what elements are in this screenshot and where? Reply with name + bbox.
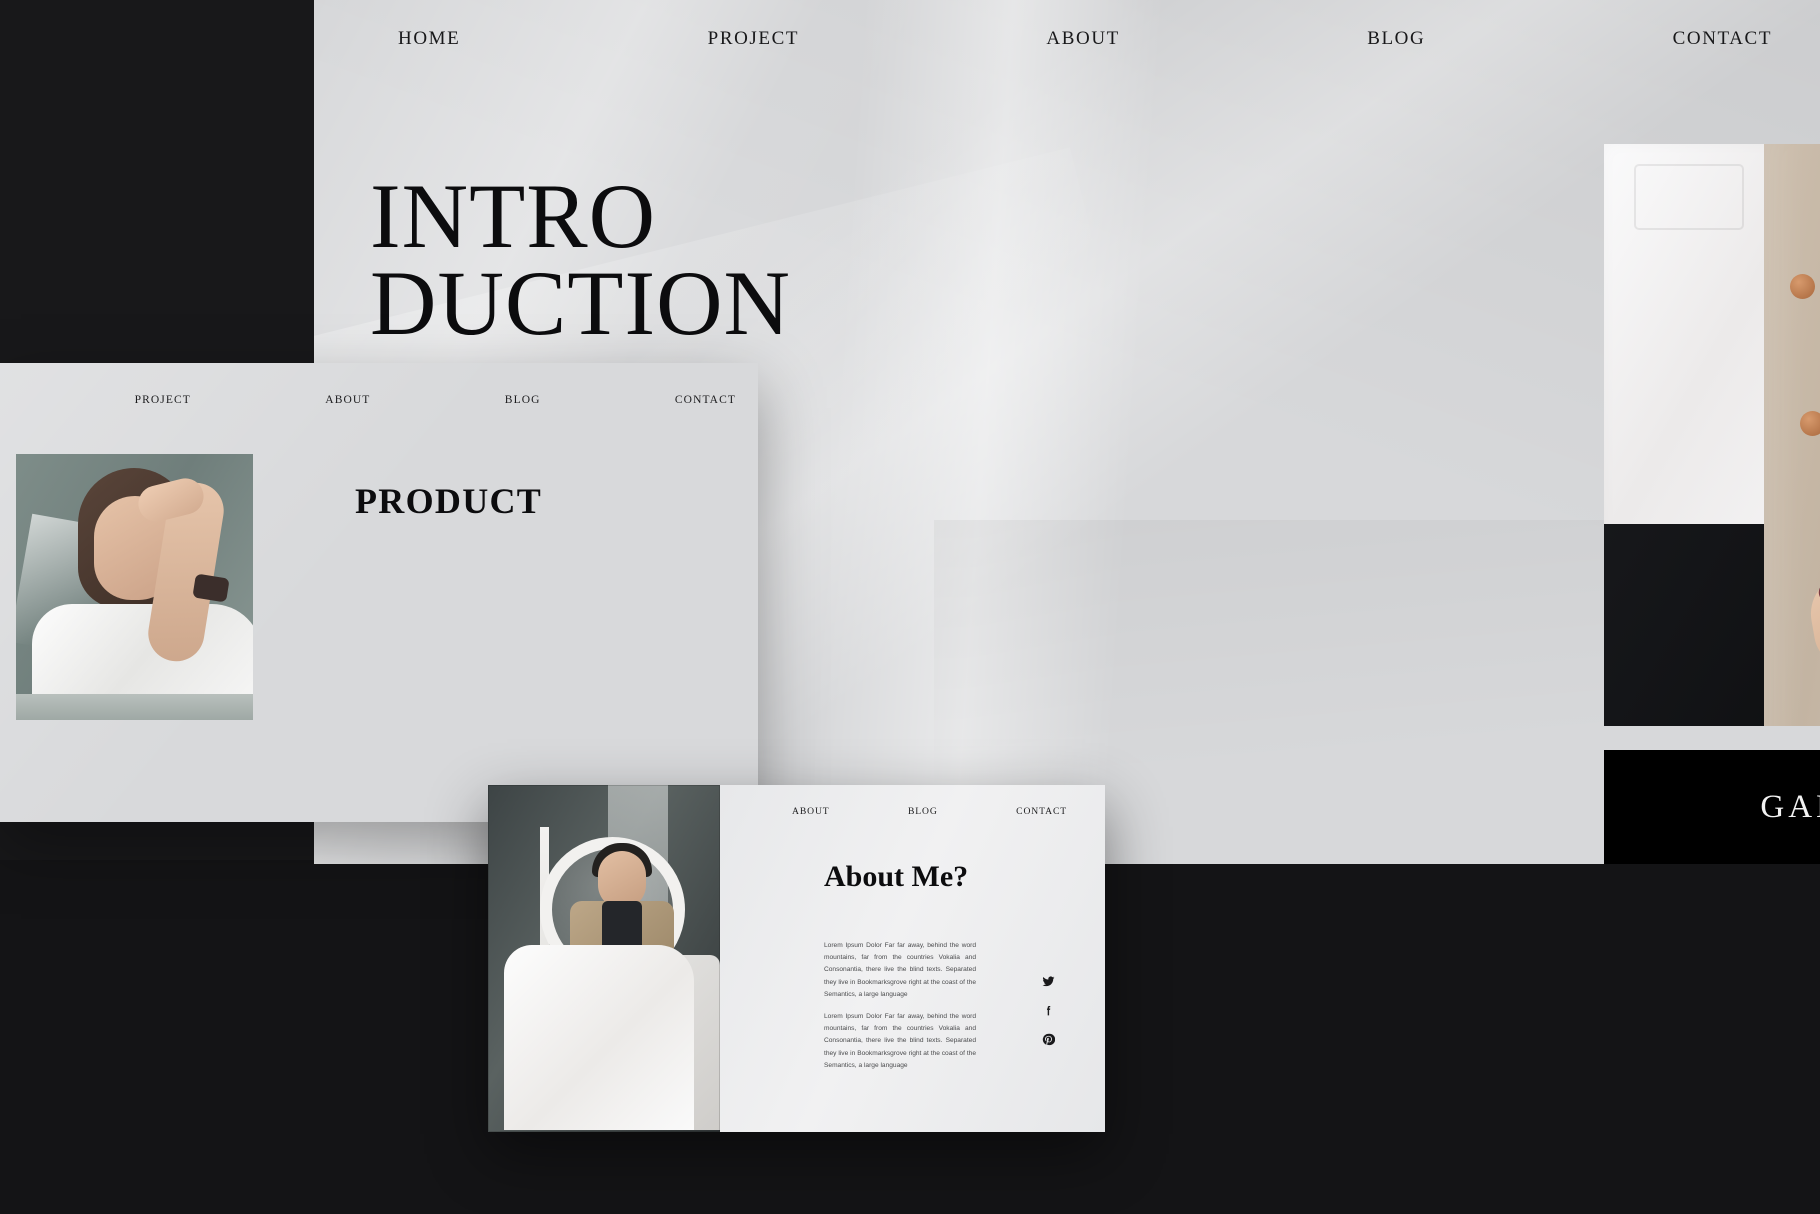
about-nav-item-about[interactable]: ABOUT (792, 806, 830, 817)
product-nav-item-blog[interactable]: BLOG (505, 394, 541, 406)
product-portrait-photo (16, 454, 253, 720)
nav-spacer (799, 28, 1046, 50)
nav-item-home[interactable]: HOME (398, 28, 460, 50)
pinterest-icon[interactable] (1042, 1033, 1055, 1046)
about-nav-item-blog[interactable]: BLOG (908, 806, 938, 817)
about-social-links (1042, 975, 1055, 1046)
product-navbar: HOME PROJECT ABOUT BLOG CONTACT (0, 363, 758, 406)
about-content-panel: ABOUT BLOG CONTACT About Me? Lorem Ipsum… (720, 785, 1105, 1132)
about-photo (488, 785, 720, 1132)
about-photo-white-tee (504, 945, 694, 1130)
nav-spacer (370, 394, 504, 406)
intro-page-title: INTRO DUCTION (370, 165, 791, 355)
about-page-mockup: ABOUT BLOG CONTACT About Me? Lorem Ipsum… (488, 785, 1105, 1132)
portrait-desk (16, 694, 253, 720)
about-paragraph-2: Lorem Ipsum Dolor Far far away, behind t… (824, 1012, 976, 1069)
about-body-text: Lorem Ipsum Dolor Far far away, behind t… (824, 940, 976, 1072)
nav-item-about[interactable]: ABOUT (1046, 28, 1119, 50)
twitter-icon[interactable] (1042, 975, 1055, 988)
hero-light-beam (795, 0, 1173, 864)
photo-shirt-pocket (1634, 164, 1744, 230)
about-paragraph-1: Lorem Ipsum Dolor Far far away, behind t… (824, 942, 976, 998)
product-nav-item-project[interactable]: PROJECT (135, 394, 191, 406)
nav-item-contact[interactable]: CONTACT (1673, 28, 1772, 50)
nav-spacer (830, 806, 908, 817)
about-navbar: ABOUT BLOG CONTACT (720, 806, 1105, 817)
photo-coat-button (1790, 274, 1815, 299)
nav-spacer (191, 394, 325, 406)
nav-spacer (541, 394, 675, 406)
presentation-stage: HOME PROJECT ABOUT BLOG CONTACT INTRO DU… (0, 0, 1820, 1214)
about-page-title: About Me? (824, 860, 969, 893)
product-nav-item-contact[interactable]: CONTACT (675, 394, 736, 406)
nav-spacer (460, 28, 707, 50)
hero-fashion-photo (1604, 144, 1820, 726)
nav-spacer (0, 394, 134, 406)
intro-navbar: HOME PROJECT ABOUT BLOG CONTACT (314, 28, 1820, 50)
about-nav-item-contact[interactable]: CONTACT (1016, 806, 1067, 817)
product-nav-item-about[interactable]: ABOUT (325, 394, 370, 406)
portrait-wristwatch (192, 573, 230, 603)
gallery-banner-label: GALLERY (1760, 788, 1820, 825)
gallery-banner[interactable]: GALLERY (1604, 750, 1820, 864)
product-page-title: PRODUCT (355, 481, 543, 521)
nav-spacer (1425, 28, 1672, 50)
photo-coat-button (1800, 411, 1820, 436)
product-page-mockup: HOME PROJECT ABOUT BLOG CONTACT PRODUCT … (0, 363, 758, 822)
facebook-icon[interactable] (1042, 1004, 1055, 1017)
nav-spacer (938, 806, 1016, 817)
nav-spacer (1120, 28, 1367, 50)
nav-item-project[interactable]: PROJECT (708, 28, 799, 50)
nav-item-blog[interactable]: BLOG (1367, 28, 1425, 50)
backdrop-dark-top-left (0, 0, 314, 365)
